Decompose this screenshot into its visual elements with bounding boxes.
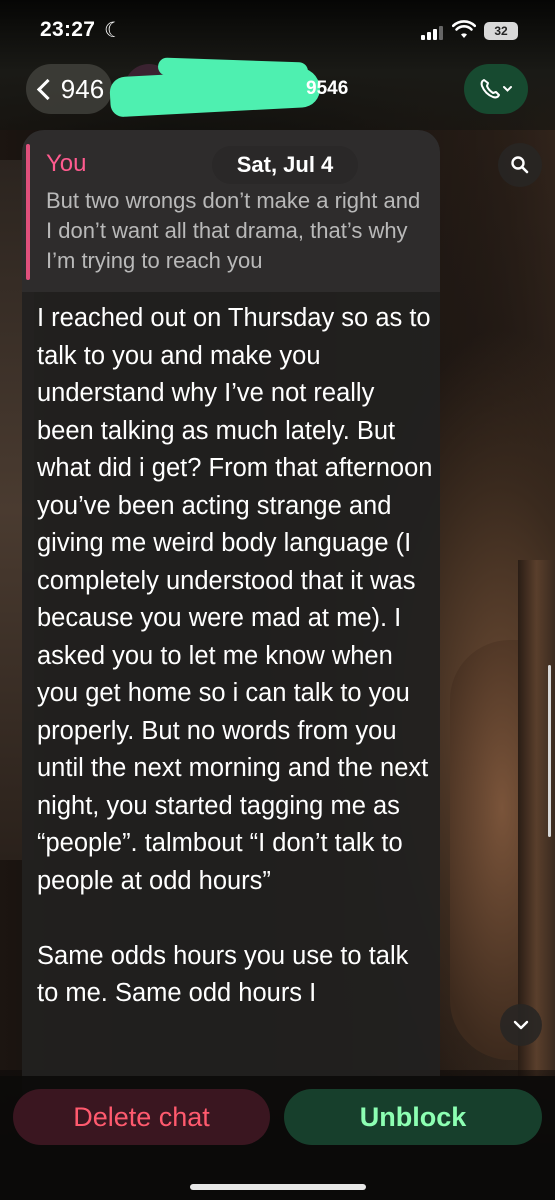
message-text: I reached out on Thursday so as to talk … xyxy=(37,304,433,1007)
signal-icon xyxy=(421,26,443,40)
reply-quote[interactable]: You Sat, Jul 4 But two wrongs don’t make… xyxy=(22,130,440,292)
back-button[interactable]: 946 xyxy=(26,64,112,114)
quote-accent-bar xyxy=(26,144,30,280)
wifi-icon xyxy=(452,20,476,38)
call-button[interactable] xyxy=(464,64,528,114)
delete-chat-button[interactable]: Delete chat xyxy=(13,1089,270,1145)
quoted-text: But two wrongs don’t make a right and I … xyxy=(46,188,421,273)
moon-icon: ☾ xyxy=(104,19,123,42)
status-time: 23:27 xyxy=(40,18,96,41)
scrollbar[interactable] xyxy=(548,665,551,837)
date-chip: Sat, Jul 4 xyxy=(212,146,358,184)
quote-sender: You xyxy=(46,150,87,177)
back-count: 946 xyxy=(60,73,105,104)
battery-icon: 32 xyxy=(484,22,518,40)
phone-icon xyxy=(480,79,512,99)
unblock-button[interactable]: Unblock xyxy=(284,1089,542,1145)
contact-name[interactable]: 9546 xyxy=(306,78,348,100)
chevron-left-icon xyxy=(36,78,58,100)
chevron-down-icon xyxy=(513,1020,529,1030)
search-icon xyxy=(511,156,529,174)
scroll-down-button[interactable] xyxy=(500,1004,542,1046)
status-bar: 23:27 ☾ 32 xyxy=(0,0,555,60)
message-bubble[interactable]: You Sat, Jul 4 But two wrongs don’t make… xyxy=(22,130,440,1110)
home-indicator[interactable] xyxy=(190,1184,366,1190)
search-button[interactable] xyxy=(498,143,542,187)
